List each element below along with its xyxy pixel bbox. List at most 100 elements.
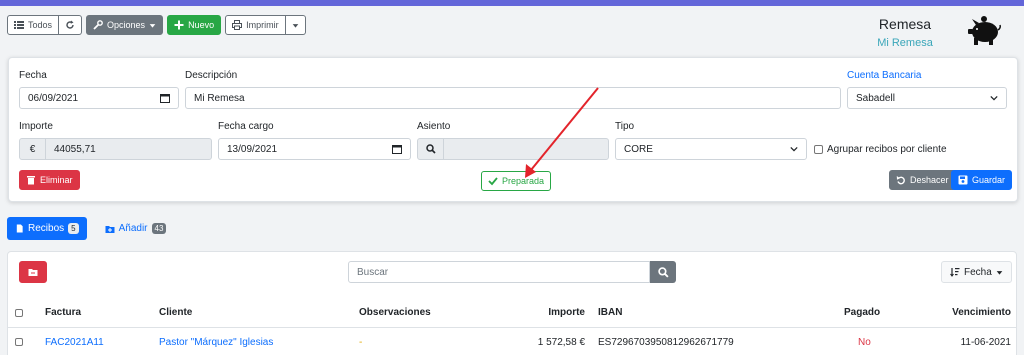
refresh-icon — [66, 20, 74, 29]
guardar-button[interactable]: Guardar — [951, 170, 1013, 190]
undo-icon — [896, 176, 905, 185]
descripcion-value: Mi Remesa — [194, 92, 245, 104]
cuenta-bancaria-link[interactable]: Cuenta Bancaria — [847, 70, 922, 81]
row-observaciones: - — [359, 337, 363, 348]
deshacer-label: Deshacer — [910, 175, 949, 185]
agrupar-checkbox-box[interactable] — [814, 145, 823, 154]
print-button[interactable]: Imprimir — [225, 15, 286, 35]
print-dropdown-toggle[interactable] — [285, 15, 306, 35]
top-accent-bar — [0, 0, 1024, 6]
fecha-input[interactable]: 06/09/2021 — [19, 87, 179, 109]
print-button-label: Imprimir — [246, 20, 279, 30]
check-icon — [488, 177, 498, 186]
document-icon — [16, 224, 23, 233]
folder-plus-icon — [105, 225, 115, 233]
col-vencimiento[interactable]: Vencimiento — [938, 307, 1011, 318]
chevron-down-icon — [790, 146, 798, 152]
header-divider — [8, 327, 1016, 328]
wrench-icon — [93, 20, 103, 30]
guardar-label: Guardar — [972, 175, 1006, 185]
descripcion-input[interactable]: Mi Remesa — [185, 87, 841, 109]
folder-action-button[interactable] — [19, 261, 47, 283]
fecha-cargo-label: Fecha cargo — [218, 121, 274, 132]
cuenta-value: Sabadell — [856, 92, 895, 104]
plus-icon — [174, 20, 184, 30]
search-placeholder: Buscar — [357, 266, 389, 278]
agrupar-checkbox[interactable]: Agrupar recibos por cliente — [814, 144, 947, 155]
recibos-panel: Buscar Fecha Factura Cliente Observacion… — [7, 251, 1017, 355]
new-button-label: Nuevo — [188, 20, 215, 30]
eliminar-button[interactable]: Eliminar — [19, 170, 80, 190]
options-button[interactable]: Opciones — [86, 15, 164, 35]
calendar-icon[interactable] — [392, 144, 402, 154]
currency-symbol: € — [29, 143, 36, 155]
all-button-group: Todos — [7, 15, 83, 35]
col-factura[interactable]: Factura — [45, 307, 81, 318]
tab-anadir-count: 43 — [151, 223, 167, 234]
tipo-select[interactable]: CORE — [615, 138, 807, 160]
tab-anadir-label: Añadir — [118, 223, 148, 234]
printer-icon — [232, 20, 243, 30]
importe-value: 44055,71 — [54, 143, 96, 155]
row-checkbox[interactable] — [15, 338, 23, 346]
col-observaciones[interactable]: Observaciones — [359, 307, 431, 318]
currency-addon: € — [19, 138, 46, 160]
col-cliente[interactable]: Cliente — [159, 307, 192, 318]
search-input[interactable]: Buscar — [348, 261, 650, 283]
row-iban: ES7296703950812962671779 — [598, 337, 734, 348]
select-all-checkbox[interactable] — [15, 309, 23, 317]
caret-down-icon — [996, 270, 1003, 275]
asiento-input[interactable] — [443, 138, 609, 160]
search-icon — [657, 266, 669, 278]
tipo-value: CORE — [624, 143, 653, 155]
asiento-label: Asiento — [417, 121, 451, 132]
sort-icon — [950, 268, 960, 277]
folder-icon — [28, 269, 38, 276]
fecha-label: Fecha — [19, 70, 47, 81]
col-pagado[interactable]: Pagado — [844, 307, 880, 318]
deshacer-button[interactable]: Deshacer — [889, 170, 956, 190]
trash-icon — [27, 176, 35, 185]
fecha-value: 06/09/2021 — [28, 92, 79, 104]
new-button[interactable]: Nuevo — [167, 15, 222, 35]
caret-down-icon — [292, 23, 298, 28]
sort-dropdown[interactable]: Fecha — [941, 261, 1012, 283]
search-button[interactable] — [650, 261, 676, 283]
calendar-icon[interactable] — [160, 93, 170, 103]
fecha-cargo-input[interactable]: 13/09/2021 — [218, 138, 411, 160]
tab-recibos-count: 5 — [68, 223, 79, 234]
asiento-search-addon[interactable] — [417, 138, 444, 160]
remesa-form-card: Fecha 06/09/2021 Descripción Mi Remesa C… — [8, 57, 1018, 202]
descripcion-label: Descripción — [185, 70, 238, 81]
tab-recibos[interactable]: Recibos 5 — [7, 217, 87, 240]
tab-anadir[interactable]: Añadir 43 — [97, 217, 175, 240]
importe-input[interactable]: 44055,71 — [45, 138, 212, 160]
sort-label: Fecha — [964, 266, 992, 278]
importe-label: Importe — [19, 121, 53, 132]
row-cliente-link[interactable]: Pastor "Márquez" Iglesias — [159, 337, 273, 348]
eliminar-label: Eliminar — [40, 175, 73, 185]
toolbar: Todos Opciones Nuevo Imprimir — [7, 15, 306, 35]
chevron-down-icon — [990, 95, 998, 101]
fecha-cargo-value: 13/09/2021 — [227, 143, 278, 155]
tipo-label: Tipo — [615, 121, 635, 132]
options-button-label: Opciones — [107, 20, 146, 30]
status-preparada-button[interactable]: Preparada — [481, 171, 552, 191]
cuenta-bancaria-select[interactable]: Sabadell — [847, 87, 1007, 109]
print-button-group: Imprimir — [225, 15, 306, 35]
all-button-label: Todos — [28, 20, 53, 30]
all-button[interactable]: Todos — [7, 15, 60, 35]
page-title: Remesa — [878, 16, 932, 32]
caret-down-icon — [149, 23, 156, 28]
piggy-bank-icon — [968, 16, 1001, 45]
refresh-button[interactable] — [59, 15, 83, 35]
list-icon — [14, 21, 24, 29]
search-icon — [425, 144, 436, 154]
row-factura-link[interactable]: FAC2021A11 — [45, 337, 104, 348]
col-iban[interactable]: IBAN — [598, 307, 622, 318]
tabs: Recibos 5 Añadir 43 — [7, 217, 174, 240]
col-importe[interactable]: Importe — [528, 307, 585, 318]
page-subtitle-link[interactable]: Mi Remesa — [860, 37, 950, 49]
tab-recibos-label: Recibos — [28, 223, 65, 234]
save-icon — [958, 175, 968, 185]
